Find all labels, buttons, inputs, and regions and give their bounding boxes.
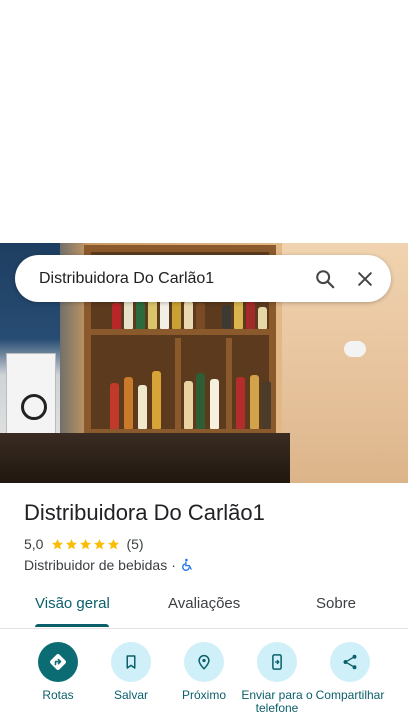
save-button-circle [111, 642, 151, 682]
photo-bottle [152, 371, 161, 429]
star-icon [80, 538, 92, 549]
photo-bottle [110, 383, 119, 429]
close-icon [358, 271, 372, 286]
star-icon [52, 538, 64, 549]
share-icon [343, 654, 357, 670]
search-bar[interactable]: Distribuidora Do Carlão1 [15, 255, 391, 302]
close-button[interactable] [345, 259, 385, 299]
photo-bottle [234, 299, 243, 329]
bookmark-icon [126, 655, 136, 669]
send-to-phone-label: Enviar para o telefone [241, 688, 313, 715]
save-button[interactable]: Salvar [95, 642, 167, 702]
photo-notice [6, 353, 56, 445]
star-icon [66, 538, 78, 549]
active-tab-indicator [35, 624, 109, 627]
send-to-phone-button-circle [257, 642, 297, 682]
category-row: Distribuidor de bebidas · [24, 557, 194, 573]
photo-bottle [236, 377, 245, 429]
share-label: Compartilhar [315, 688, 385, 702]
nearby-label: Próximo [181, 688, 226, 702]
rating-value: 5,0 [24, 536, 44, 552]
directions-icon [50, 654, 66, 670]
photo-bottle [246, 301, 255, 329]
photo-counter [0, 433, 290, 483]
nearby-button[interactable]: Próximo [168, 642, 240, 702]
photo-bottle [112, 303, 121, 329]
photo-bottle [124, 299, 133, 329]
photo-bottle [250, 375, 259, 429]
place-category: Distribuidor de bebidas [24, 557, 168, 573]
photo-bottle [222, 305, 231, 329]
photo-bottle [196, 373, 205, 429]
photo-bottle [196, 303, 205, 329]
share-button[interactable]: Compartilhar [314, 642, 386, 702]
search-query[interactable]: Distribuidora Do Carlão1 [39, 270, 305, 288]
search-button[interactable] [305, 259, 345, 299]
nearby-button-circle [184, 642, 224, 682]
directions-button[interactable]: Rotas [22, 642, 94, 702]
photo-bottle [258, 307, 267, 329]
star-icon [94, 538, 106, 549]
place-title: Distribuidora Do Carlão1 [24, 500, 265, 525]
photo-bottle [138, 385, 147, 429]
search-icon [316, 269, 335, 288]
photo-bottle [148, 298, 157, 329]
photo-bottle [210, 379, 219, 429]
share-button-circle [330, 642, 370, 682]
tab-about[interactable]: Sobre [316, 595, 356, 612]
wheelchair-accessible-icon [182, 558, 192, 571]
photo-shelf-divider [175, 338, 181, 434]
tab-reviews[interactable]: Avaliações [168, 595, 240, 612]
photo-bottle [184, 301, 193, 329]
save-label: Salvar [113, 688, 148, 702]
map-blank-area [0, 0, 408, 243]
category-separator: · [171, 557, 176, 573]
place-tabs: Visão geral Avaliações Sobre [0, 584, 408, 629]
send-to-phone-icon [272, 654, 282, 670]
directions-label: Rotas [42, 688, 74, 702]
rating-row[interactable]: 5,0 (5) [24, 536, 144, 552]
photo-bottle [124, 377, 133, 429]
review-count: (5) [126, 536, 144, 552]
rating-stars [51, 538, 120, 551]
photo-bottle [262, 381, 271, 429]
photo-security-camera [344, 341, 366, 357]
photo-bottle [184, 381, 193, 429]
tab-overview[interactable]: Visão geral [35, 595, 110, 612]
directions-button-circle [38, 642, 78, 682]
nearby-icon [198, 654, 210, 670]
photo-shelf-divider [226, 338, 232, 434]
send-to-phone-button[interactable]: Enviar para o telefone [241, 642, 313, 715]
photo-bottle [136, 301, 145, 329]
star-icon [108, 538, 120, 549]
photo-bottle [160, 300, 169, 329]
photo-shelf-board [84, 329, 276, 335]
